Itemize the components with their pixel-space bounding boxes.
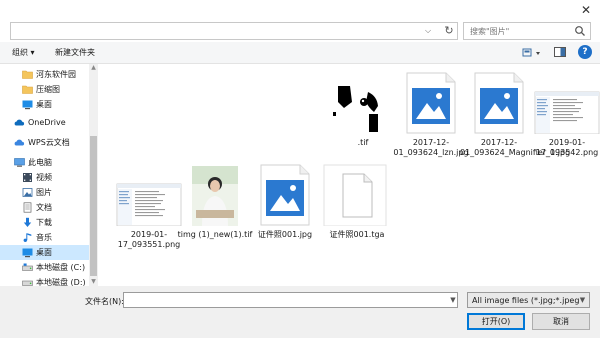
file-item[interactable]: 2017-12-01_093624_Magnifier_1.jpg <box>460 72 570 172</box>
nav-item-label: 河东软件园 <box>36 70 76 79</box>
nav-item-label: OneDrive <box>28 118 66 127</box>
organize-button[interactable]: 组织 ▾ <box>12 47 35 58</box>
screenshot-thumbnail <box>116 183 182 226</box>
nav-item-label: 文档 <box>36 203 52 212</box>
nav-item-this-pc[interactable]: 此电脑 <box>0 155 89 170</box>
new-folder-button[interactable]: 新建文件夹 <box>55 47 95 58</box>
address-history-icon[interactable]: ⌵ <box>422 22 434 40</box>
computer-icon <box>14 158 25 167</box>
chevron-down-icon: ▼ <box>579 296 586 304</box>
file-name: timg (1)_new(1).tif <box>177 230 253 239</box>
nav-item-drive-d[interactable]: 本地磁盘 (D:) <box>0 275 89 286</box>
nav-item-desktop[interactable]: 桌面 <box>0 97 89 112</box>
nav-item-label: 桌面 <box>36 248 52 257</box>
file-name: 2017-12-01_093624_Magnifier_1.jpg <box>460 138 571 157</box>
help-icon[interactable]: ? <box>578 45 592 59</box>
desktop-icon <box>22 100 33 110</box>
nav-item-downloads[interactable]: 下载 <box>0 215 89 230</box>
filename-label: 文件名(N): <box>85 297 124 306</box>
video-icon <box>23 173 32 182</box>
desktop-icon <box>22 248 33 258</box>
address-bar[interactable] <box>10 22 458 40</box>
generic-file-icon <box>323 164 387 226</box>
nav-item-videos[interactable]: 视频 <box>0 170 89 185</box>
folder-icon <box>22 85 33 94</box>
drive-icon <box>22 280 33 286</box>
filename-dropdown-icon[interactable]: ▼ <box>448 292 458 308</box>
nav-item-label: 此电脑 <box>28 158 52 167</box>
drive-icon <box>22 263 33 271</box>
file-name: 证件照001.tga <box>329 230 385 239</box>
nav-item-compressed-folder[interactable]: 压缩图 <box>0 82 89 97</box>
file-item[interactable]: 2019-01-17_093542.png <box>532 72 600 172</box>
file-list: .tif 2017-12-01_093624_lzn.jpg 2017-12-0… <box>100 64 600 286</box>
nav-scrollbar[interactable]: ▲ ▼ <box>89 64 98 286</box>
scroll-down-icon[interactable]: ▼ <box>89 278 98 286</box>
nav-item-label: 本地磁盘 (C:) <box>36 263 86 272</box>
file-item[interactable]: 证件照001.tga <box>322 164 392 264</box>
file-type-select[interactable]: All image files (*.jpg;*.jpeg;*. ▼ <box>467 292 590 308</box>
pictures-icon <box>22 188 33 197</box>
search-input[interactable]: 搜索"图片" <box>463 22 591 40</box>
file-name: 证件照001.jpg <box>257 230 313 239</box>
photo-file-icon <box>474 72 524 134</box>
search-icon[interactable] <box>574 25 586 37</box>
navigation-pane: 河东软件园 压缩图 桌面 OneDrive WPS云文档 此电脑 视频 图片 文… <box>0 64 98 286</box>
nav-item-desktop-selected[interactable]: 桌面 <box>0 245 89 260</box>
tif-thumbnail <box>333 86 379 134</box>
music-icon <box>23 233 32 242</box>
cloud-icon <box>14 119 25 126</box>
screenshot-thumbnail <box>534 91 600 134</box>
file-name: 2019-01-17_093542.png <box>535 138 599 157</box>
download-icon <box>23 217 32 227</box>
file-name: .tif <box>357 138 369 147</box>
file-name: 2017-12-01_093624_lzn.jpg <box>393 138 469 157</box>
cancel-button[interactable]: 取消 <box>532 313 590 330</box>
file-item[interactable]: .tif <box>328 72 398 172</box>
file-item[interactable]: 证件照001.jpg <box>250 164 320 264</box>
nav-item-label: 本地磁盘 (D:) <box>36 278 86 286</box>
nav-item-label: 压缩图 <box>36 85 60 94</box>
portrait-thumbnail <box>192 166 238 226</box>
nav-item-label: WPS云文档 <box>28 138 70 147</box>
nav-item-onedrive[interactable]: OneDrive <box>0 115 89 130</box>
open-button[interactable]: 打开(O) <box>467 313 525 330</box>
filename-input[interactable] <box>123 292 458 308</box>
nav-item-music[interactable]: 音乐 <box>0 230 89 245</box>
refresh-icon[interactable]: ↻ <box>441 22 457 40</box>
open-file-dialog: ✕ ⌵ ↻ 搜索"图片" 组织 ▾ 新建文件夹 ? 河东软件园 压缩图 桌面 O… <box>0 0 600 338</box>
scroll-thumb[interactable] <box>90 136 97 276</box>
file-type-value: All image files (*.jpg;*.jpeg;*. <box>472 296 580 305</box>
nav-item-wps-cloud[interactable]: WPS云文档 <box>0 135 89 150</box>
toolbar: 组织 ▾ 新建文件夹 ? <box>0 42 600 64</box>
nav-item-label: 图片 <box>36 188 52 197</box>
file-item[interactable]: 2019-01-17_093551.png <box>114 164 184 264</box>
documents-icon <box>23 202 32 213</box>
nav-item-pictures[interactable]: 图片 <box>0 185 89 200</box>
nav-item-drive-c[interactable]: 本地磁盘 (C:) <box>0 260 89 275</box>
nav-item-label: 视频 <box>36 173 52 182</box>
nav-item-hedong-folder[interactable]: 河东软件园 <box>0 67 89 82</box>
nav-item-label: 下载 <box>36 218 52 227</box>
nav-item-label: 音乐 <box>36 233 52 242</box>
folder-icon <box>22 70 33 79</box>
scroll-up-icon[interactable]: ▲ <box>89 64 98 72</box>
nav-item-documents[interactable]: 文档 <box>0 200 89 215</box>
file-item[interactable]: 2017-12-01_093624_lzn.jpg <box>393 72 469 172</box>
photo-file-icon <box>406 72 456 134</box>
nav-item-label: 桌面 <box>36 100 52 109</box>
search-placeholder: 搜索"图片" <box>470 27 510 36</box>
wps-cloud-icon <box>14 139 25 146</box>
close-icon[interactable]: ✕ <box>578 2 594 18</box>
file-item[interactable]: timg (1)_new(1).tif <box>178 164 252 264</box>
title-bar: ✕ <box>0 0 600 20</box>
change-view-icon[interactable] <box>522 47 542 59</box>
photo-file-icon <box>260 164 310 226</box>
preview-pane-icon[interactable] <box>554 47 566 57</box>
